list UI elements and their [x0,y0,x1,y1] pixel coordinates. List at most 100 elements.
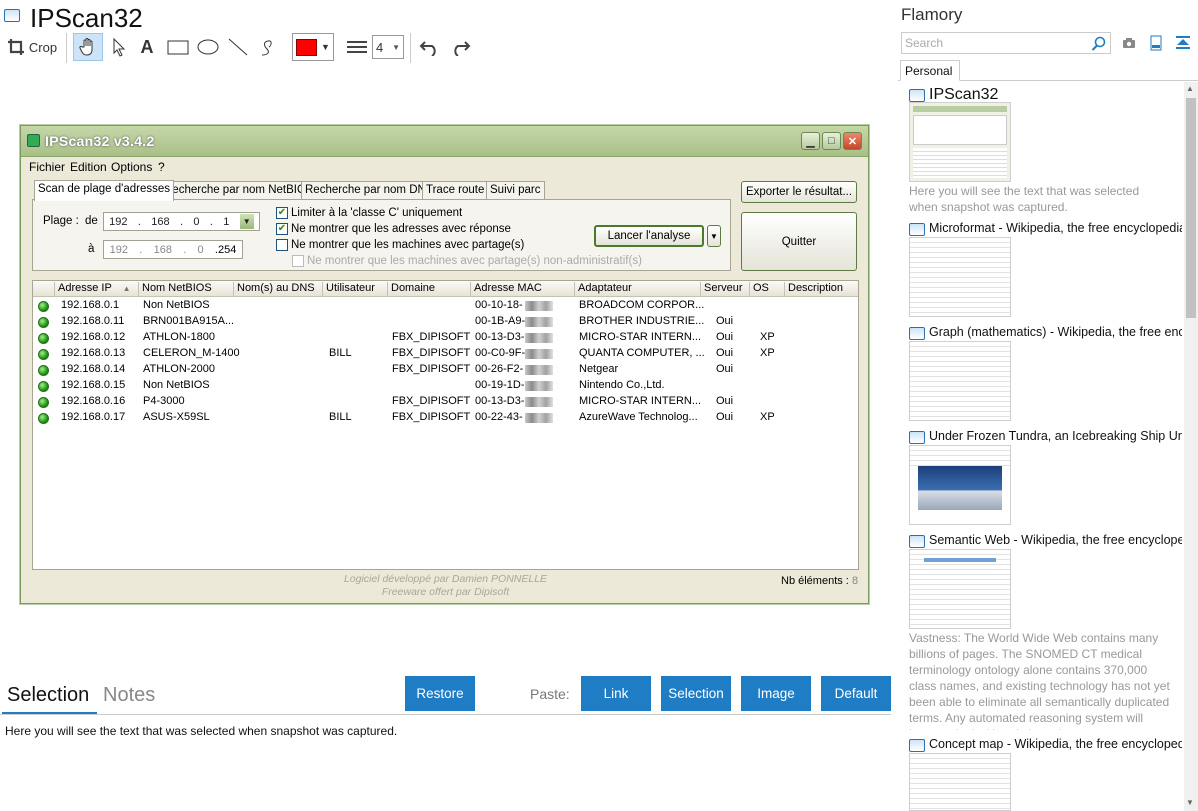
column-header-status[interactable] [33,282,55,296]
check-partage-non-admin[interactable]: Ne montrer que les machines avec partage… [292,255,642,267]
sort-up-icon: ▲ [122,284,131,293]
paste-selection-button[interactable]: Selection [661,676,731,711]
snapshot-title[interactable]: Graph (mathematics) - Wikipedia, the fre… [929,325,1182,339]
column-header-dns[interactable]: Nom(s) au DNS [234,282,323,296]
ellipse-tool-button[interactable] [195,33,221,61]
line-tool-button[interactable] [225,33,251,61]
snapshot-thumbnail[interactable] [909,549,1011,629]
snapshot-thumbnail[interactable] [909,445,1011,525]
launch-button[interactable]: Lancer l'analyse [594,225,704,247]
minimize-button[interactable]: ▁ [801,132,820,150]
scroll-down-icon[interactable]: ▼ [1186,798,1194,807]
snapshot-thumbnail[interactable] [909,753,1011,811]
table-row[interactable]: 192.168.0.15 Non NetBIOS 00-19-1D- Nintendo… [33,378,858,394]
check-avec-reponse[interactable]: ✔ Ne montrer que les adresses avec répons… [276,223,511,235]
search-icon[interactable] [1091,36,1107,52]
scrollbar-thumb[interactable] [1186,98,1196,318]
tab-dns[interactable]: Recherche par nom DNS [301,181,438,200]
column-header-netbios[interactable]: Nom NetBIOS [139,282,234,296]
pen-width-select[interactable]: 4 ▼ [372,35,404,59]
snapshot-thumbnail[interactable] [909,341,1011,421]
menu-options[interactable]: Options [111,160,152,174]
tab-scan-plage[interactable]: Scan de plage d'adresses [34,180,174,201]
chevron-down-icon: ▼ [392,42,400,52]
check-label: Ne montrer que les adresses avec réponse [291,223,511,235]
ellipse-icon [197,39,219,55]
search-input[interactable]: Search [901,32,1111,54]
check-label: Limiter à la 'classe C' uniquement [291,207,463,219]
tab-suivi-parc[interactable]: Suivi parc [486,181,545,200]
color-picker[interactable]: ▼ [292,33,334,61]
rectangle-tool-button[interactable] [165,33,191,61]
undo-button[interactable] [417,33,443,61]
snapshot-title[interactable]: Under Frozen Tundra, an Icebreaking Ship… [929,429,1182,443]
app-icon [27,134,40,147]
collapse-top-icon[interactable] [1175,35,1191,51]
document-icon[interactable] [1148,35,1164,51]
a-label: à [88,243,95,255]
ip-to-octet: .254 [214,243,237,256]
table-cell-adapter: QUANTA COMPUTER, ... [579,347,705,359]
status-online-icon [38,365,49,376]
paste-link-button[interactable]: Link [581,676,651,711]
snapshot-thumbnail[interactable] [909,102,1011,182]
maximize-button[interactable]: □ [822,132,841,150]
status-online-icon [38,333,49,344]
table-row[interactable]: 192.168.0.17 ASUS-X59SL BILL FBX_DIPISOFT 00… [33,410,858,426]
column-header-domain[interactable]: Domaine [388,282,471,296]
text-tool-button[interactable]: A [135,33,159,61]
redo-icon [454,41,471,56]
table-cell-netbios: CELERON_M-1400 [143,347,240,359]
table-row[interactable]: 192.168.0.12 ATHLON-1800 FBX_DIPISOFT 00-13… [33,330,858,346]
table-cell-mac: 00-C0-9F- [475,347,526,359]
check-avec-partage[interactable]: Ne montrer que les machines avec partage… [276,239,524,251]
paste-image-button[interactable]: Image [741,676,811,711]
column-header-server[interactable]: Serveur [701,282,750,296]
restore-button[interactable]: Restore [405,676,475,711]
table-row[interactable]: 192.168.0.16 P4-3000 FBX_DIPISOFT 00-13-D3-… [33,394,858,410]
tab-netbios[interactable]: Recherche par nom NetBIOS [160,181,318,200]
select-tool-button[interactable] [106,33,132,61]
redacted-mac [525,413,553,423]
menu-fichier[interactable]: Fichier [29,160,65,174]
menu-help[interactable]: ? [158,160,165,174]
tab-personal[interactable]: Personal [900,60,960,81]
check-classe-c[interactable]: ✔ Limiter à la 'classe C' uniquement [276,207,462,219]
scroll-up-icon[interactable]: ▲ [1186,84,1194,93]
crop-button[interactable]: Crop [6,33,58,61]
tab-selection[interactable]: Selection [7,684,89,707]
menu-edition[interactable]: Edition [70,160,107,174]
snapshot-thumbnail[interactable] [909,237,1011,317]
quit-button[interactable]: Quitter [741,212,857,271]
ip-from-octet: 192 [109,215,128,228]
ip-to-input[interactable]: 192. 168. 0 .254 [103,240,243,259]
redo-button[interactable] [447,33,473,61]
launch-dropdown-button[interactable]: ▼ [707,225,721,247]
column-header-os[interactable]: OS [750,282,785,296]
column-header-ip[interactable]: Adresse IP ▲ [55,282,139,296]
ip-to-octet: 192 [109,243,128,256]
chevron-down-icon[interactable]: ▼ [239,214,254,229]
tab-trace-route[interactable]: Trace route [422,181,489,200]
export-button[interactable]: Exporter le résultat... [741,181,857,203]
snapshot-title[interactable]: Microformat - Wikipedia, the free encycl… [929,221,1182,235]
line-width-button[interactable] [344,33,370,61]
ip-from-input[interactable]: 192. 168. 0. 1 ▼ [103,212,260,231]
paste-default-button[interactable]: Default [821,676,891,711]
camera-icon[interactable] [1121,35,1137,51]
freehand-tool-button[interactable] [255,33,281,61]
column-header-mac[interactable]: Adresse MAC [471,282,575,296]
column-header-description[interactable]: Description [785,282,858,296]
hand-tool-button[interactable] [73,33,103,61]
column-header-user[interactable]: Utilisateur [323,282,388,296]
table-row[interactable]: 192.168.0.14 ATHLON-2000 FBX_DIPISOFT 00-26… [33,362,858,378]
scan-options-panel: Plage : de 192. 168. 0. 1 ▼ à 192. 168. … [32,199,731,271]
column-header-adapter[interactable]: Adaptateur [575,282,701,296]
tab-notes[interactable]: Notes [103,684,155,707]
snapshot-title[interactable]: Concept map - Wikipedia, the free encycl… [929,737,1182,751]
close-button[interactable]: ✕ [843,132,862,150]
table-row[interactable]: 192.168.0.13 CELERON_M-1400 BILL FBX_DIPISO… [33,346,858,362]
snapshot-title[interactable]: Semantic Web - Wikipedia, the free encyc… [929,533,1182,547]
table-row[interactable]: 192.168.0.11 BRN001BA915A... 00-1B-A9- BROT… [33,314,858,330]
table-row[interactable]: 192.168.0.1 Non NetBIOS 00-10-18- BROADCOM … [33,298,858,314]
